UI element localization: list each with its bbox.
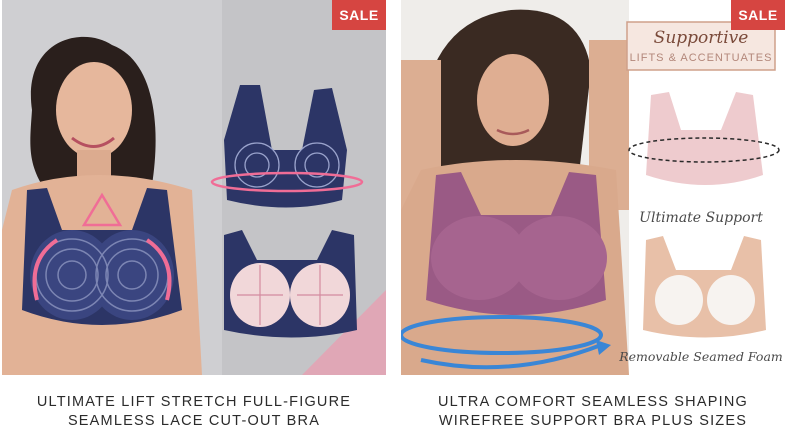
sale-badge: SALE	[731, 0, 785, 30]
product-title-line[interactable]: ULTRA COMFORT SEAMLESS SHAPING	[401, 393, 785, 412]
sale-badge: SALE	[332, 0, 386, 30]
product-card-2[interactable]: Supportive LIFTS & ACCENTUATES Ultimate …	[401, 0, 785, 431]
product-title-2[interactable]: ULTRA COMFORT SEAMLESS SHAPING WIREFREE …	[401, 393, 785, 431]
product-image-2[interactable]: Supportive LIFTS & ACCENTUATES Ultimate …	[401, 0, 785, 375]
brand-tagline: LIFTS & ACCENTUATES	[630, 52, 773, 64]
product-title-line[interactable]: ULTIMATE LIFT STRETCH FULL-FIGURE	[2, 393, 386, 412]
comfort-bra-photo: Supportive LIFTS & ACCENTUATES Ultimate …	[401, 0, 785, 375]
product-title-line[interactable]: WIREFREE SUPPORT BRA PLUS SIZES	[401, 412, 785, 431]
product-grid: SALE ULTIMATE LIFT STRETCH FULL-FIGURE S…	[0, 0, 790, 431]
caption-removable-foam: Removable Seamed Foam	[618, 349, 783, 364]
product-title-1[interactable]: ULTIMATE LIFT STRETCH FULL-FIGURE SEAMLE…	[2, 393, 386, 431]
product-title-line[interactable]: SEAMLESS LACE CUT-OUT BRA	[2, 412, 386, 431]
brand-script: Supportive	[654, 28, 749, 48]
caption-ultimate-support: Ultimate Support	[639, 210, 763, 226]
lace-bra-photo	[2, 0, 386, 375]
product-card-1[interactable]: SALE ULTIMATE LIFT STRETCH FULL-FIGURE S…	[2, 0, 386, 431]
product-image-1[interactable]: SALE	[2, 0, 386, 375]
